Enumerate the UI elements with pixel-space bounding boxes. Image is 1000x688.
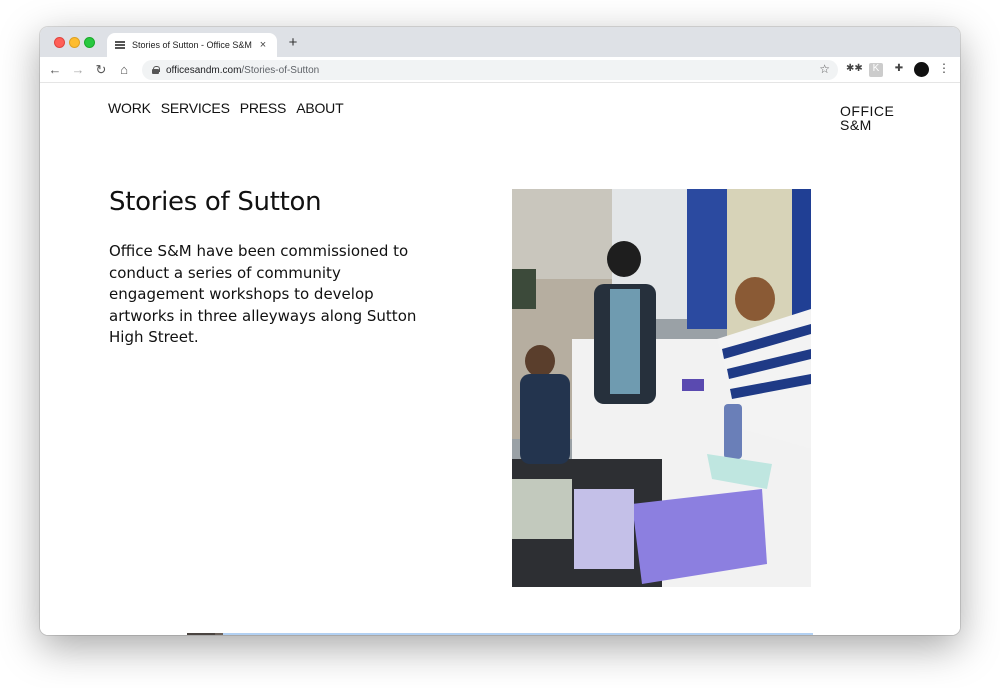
logo-line-1: OFFICE — [840, 103, 895, 119]
secondary-photo — [187, 633, 813, 635]
profile-avatar[interactable] — [914, 62, 929, 77]
reload-button[interactable]: ↻ — [92, 61, 110, 79]
home-button[interactable]: ⌂ — [115, 61, 133, 79]
back-button[interactable]: ← — [46, 61, 64, 79]
logo-line-2: S&M — [840, 117, 872, 133]
web-page: WORK SERVICES PRESS ABOUT OFFICE S&M Sto… — [40, 83, 960, 635]
new-tab-button[interactable]: + — [285, 35, 301, 51]
intro-paragraph: Office S&M have been commissioned to con… — [109, 242, 417, 346]
lock-icon[interactable] — [152, 66, 160, 74]
maximize-window-button[interactable] — [84, 37, 95, 48]
forward-button[interactable]: → — [69, 61, 87, 79]
address-bar[interactable]: officesandm.com/Stories-of-Sutton ☆ — [142, 60, 838, 80]
star-icon[interactable]: ☆ — [819, 62, 830, 76]
url-host: officesandm.com — [166, 64, 242, 76]
close-window-button[interactable] — [54, 37, 65, 48]
tab-close-icon[interactable]: × — [257, 39, 269, 51]
nav-press[interactable]: PRESS — [240, 100, 287, 116]
nav-services[interactable]: SERVICES — [161, 100, 230, 116]
extension-k-icon[interactable]: K — [869, 63, 883, 77]
workshop-photo — [512, 189, 811, 587]
tab-bar: Stories of Sutton - Office S&M × + — [40, 27, 960, 57]
nav-about[interactable]: ABOUT — [296, 100, 343, 116]
puzzle-icon[interactable]: ✚ — [892, 63, 906, 77]
menu-icon[interactable]: ⋮ — [938, 61, 950, 75]
site-logo[interactable]: OFFICE S&M — [840, 104, 894, 132]
minimize-window-button[interactable] — [69, 37, 80, 48]
extension-icon[interactable]: ✱✱ — [846, 63, 863, 77]
favicon-icon — [115, 41, 125, 49]
site-nav: WORK SERVICES PRESS ABOUT — [108, 100, 344, 116]
tab-active[interactable]: Stories of Sutton - Office S&M × — [107, 33, 277, 57]
url-path: /Stories-of-Sutton — [241, 64, 320, 76]
browser-toolbar: ← → ↻ ⌂ officesandm.com/Stories-of-Sutto… — [40, 57, 960, 83]
workshop-photo-illustration — [512, 189, 811, 587]
tab-title: Stories of Sutton - Office S&M — [132, 40, 252, 50]
secondary-photo-illustration — [187, 633, 813, 635]
nav-work[interactable]: WORK — [108, 100, 151, 116]
browser-window: Stories of Sutton - Office S&M × + ← → ↻… — [40, 27, 960, 635]
page-title: Stories of Sutton — [109, 187, 322, 217]
